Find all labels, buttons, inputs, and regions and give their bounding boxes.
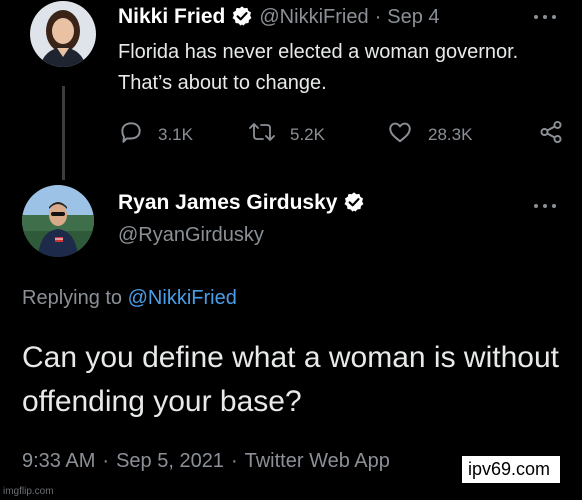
share-icon (538, 119, 564, 150)
ellipsis-icon[interactable] (534, 203, 556, 209)
replying-to-line: Replying to @NikkiFried (22, 287, 237, 310)
replying-to-mention-link[interactable]: @NikkiFried (128, 287, 237, 309)
avatar-ryan-girdusky[interactable] (22, 185, 94, 257)
thread-connector-line (62, 86, 65, 180)
heart-icon (386, 119, 414, 150)
tweet1-author-name[interactable]: Nikki Fried (118, 5, 225, 28)
reply-button[interactable]: 3.1K (118, 119, 193, 150)
tweet2-source[interactable]: Twitter Web App (245, 450, 390, 472)
avatar-nikki-fried[interactable] (30, 1, 96, 67)
tweet2-author-name[interactable]: Ryan James Girdusky (118, 191, 337, 214)
like-count: 28.3K (428, 124, 473, 144)
retweet-count: 5.2K (290, 124, 325, 144)
tweet1-action-bar: 3.1K 5.2K 28.3K (118, 119, 566, 149)
tweet1-header: Nikki Fried @NikkiFried · Sep 4 (118, 5, 440, 32)
share-button[interactable] (538, 119, 564, 150)
tweet2-text: Can you define what a woman is without o… (22, 341, 559, 418)
separator-dot: · (102, 450, 110, 472)
verified-badge-icon (231, 5, 253, 32)
like-button[interactable]: 28.3K (386, 119, 472, 150)
tweet2-author: Ryan James Girdusky (118, 191, 371, 218)
reply-count: 3.1K (158, 124, 193, 144)
ellipsis-icon[interactable] (534, 14, 556, 20)
watermark-label: ipv69.com (462, 456, 561, 483)
tweet2-handle[interactable]: @RyanGirdusky (118, 224, 264, 247)
tweet1-date[interactable]: Sep 4 (387, 6, 439, 28)
retweet-button[interactable]: 5.2K (248, 119, 325, 150)
tweet2-time[interactable]: 9:33 AM (22, 450, 95, 472)
imgflip-watermark: imgflip.com (3, 486, 54, 497)
tweet1-handle[interactable]: @NikkiFried (259, 6, 368, 28)
tweet1-text: Florida has never elected a woman govern… (118, 41, 519, 94)
separator-dot: · (374, 6, 382, 28)
separator-dot: · (230, 450, 238, 472)
reply-bubble-icon (118, 119, 144, 150)
retweet-icon (248, 119, 276, 150)
tweet2-date[interactable]: Sep 5, 2021 (116, 450, 224, 472)
replying-to-label: Replying to (22, 287, 123, 309)
tweet2-meta: 9:33 AM · Sep 5, 2021 · Twitter Web App (22, 450, 390, 473)
verified-badge-icon (343, 191, 365, 218)
